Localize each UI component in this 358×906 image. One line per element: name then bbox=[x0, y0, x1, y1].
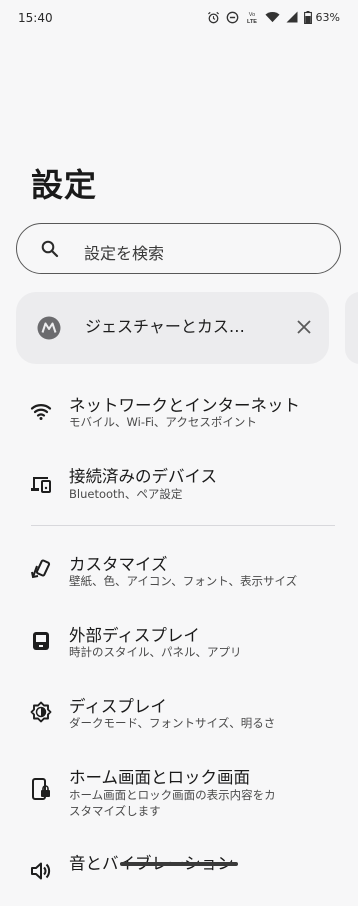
cell-signal-icon bbox=[286, 11, 298, 23]
svg-text:Vo: Vo bbox=[248, 12, 254, 18]
customize-icon bbox=[30, 559, 52, 581]
motorola-logo-icon bbox=[37, 316, 61, 344]
svg-text:LTE: LTE bbox=[247, 19, 257, 24]
wifi-icon bbox=[265, 11, 280, 23]
volte-icon: Vo LTE bbox=[245, 10, 259, 24]
setting-title: ホーム画面とロック画面 bbox=[69, 768, 251, 787]
setting-item-connected-devices[interactable]: 接続済みのデバイス Bluetooth、ペア設定 bbox=[0, 459, 358, 519]
lock-screen-icon bbox=[30, 778, 52, 800]
external-display-icon bbox=[30, 630, 52, 652]
page-title: 設定 bbox=[31, 166, 98, 204]
divider bbox=[31, 525, 335, 526]
close-icon[interactable] bbox=[296, 319, 312, 339]
setting-subtitle: モバイル、Wi-Fi、アクセスポイント bbox=[69, 415, 257, 429]
setting-title: ディスプレイ bbox=[69, 697, 167, 716]
setting-title: 接続済みのデバイス bbox=[69, 467, 218, 486]
next-suggestion-card[interactable] bbox=[345, 292, 358, 364]
devices-icon bbox=[30, 473, 52, 495]
search-placeholder: 設定を検索 bbox=[84, 244, 165, 263]
status-icons: Vo LTE 63% bbox=[207, 10, 340, 24]
search-icon bbox=[40, 239, 60, 263]
setting-item-home-lock-screen[interactable]: ホーム画面とロック画面 ホーム画面とロック画面の表示内容をカスタマイズします bbox=[0, 760, 358, 826]
setting-title: ネットワークとインターネット bbox=[69, 396, 300, 415]
setting-item-network[interactable]: ネットワークとインターネット モバイル、Wi-Fi、アクセスポイント bbox=[0, 388, 358, 448]
search-input[interactable]: 設定を検索 bbox=[16, 223, 341, 274]
do-not-disturb-icon bbox=[226, 11, 239, 24]
volume-icon bbox=[30, 860, 52, 882]
setting-title: 外部ディスプレイ bbox=[69, 626, 200, 645]
battery-percent: 63% bbox=[315, 10, 340, 24]
setting-subtitle: Bluetooth、ペア設定 bbox=[69, 487, 183, 501]
setting-item-external-display[interactable]: 外部ディスプレイ 時計のスタイル、パネル、アプリ bbox=[0, 618, 358, 678]
setting-title: カスタマイズ bbox=[69, 555, 168, 574]
status-time: 15:40 bbox=[18, 11, 53, 25]
suggestion-card[interactable]: ジェスチャーとカス… bbox=[16, 292, 329, 364]
suggestion-label: ジェスチャーとカス… bbox=[85, 317, 245, 336]
setting-subtitle: 時計のスタイル、パネル、アプリ bbox=[69, 645, 242, 659]
wifi-icon bbox=[30, 400, 52, 422]
setting-item-sound-vibration[interactable]: 音とバイブレーション bbox=[0, 846, 358, 906]
battery-icon bbox=[303, 10, 312, 24]
setting-subtitle: 壁紙、色、アイコン、フォント、表示サイズ bbox=[69, 574, 298, 588]
status-bar: 15:40 Vo LTE 63% bbox=[0, 0, 358, 36]
navigation-handle[interactable] bbox=[120, 862, 238, 866]
setting-subtitle: ダークモード、フォントサイズ、明るさ bbox=[69, 716, 276, 730]
setting-subtitle: ホーム画面とロック画面の表示内容をカスタマイズします bbox=[69, 788, 276, 818]
brightness-icon bbox=[30, 701, 52, 723]
setting-item-display[interactable]: ディスプレイ ダークモード、フォントサイズ、明るさ bbox=[0, 689, 358, 749]
setting-item-customize[interactable]: カスタマイズ 壁紙、色、アイコン、フォント、表示サイズ bbox=[0, 547, 358, 607]
alarm-icon bbox=[207, 11, 220, 24]
